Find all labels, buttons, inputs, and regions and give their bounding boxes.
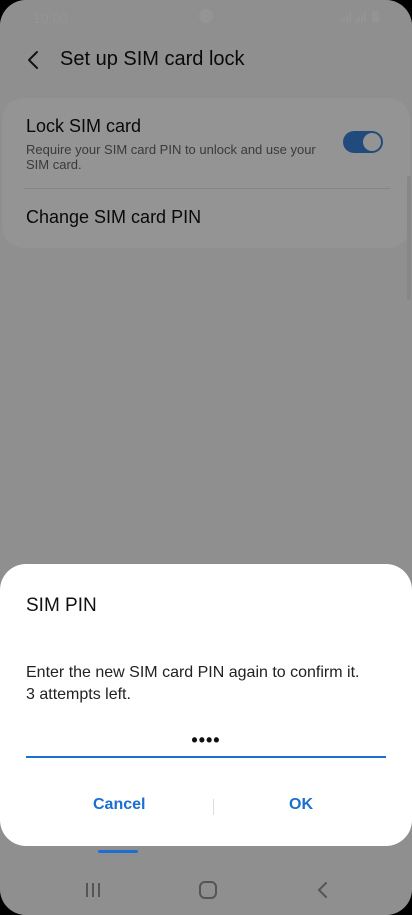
dialog-title: SIM PIN [26,595,97,616]
dialog-message: Enter the new SIM card PIN again to conf… [26,662,390,706]
cancel-button[interactable]: Cancel [93,796,145,814]
navigation-bar [0,868,412,915]
screen: 10:00 Set up SIM card lock Lock SIM card… [0,0,412,915]
dialog-message-line2: 3 attempts left. [26,686,131,703]
ok-button[interactable]: OK [289,796,313,814]
pin-input-value: •••• [191,730,221,750]
tab-indicator [98,850,138,853]
pin-input[interactable]: •••• [26,730,386,758]
dialog-message-line1: Enter the new SIM card PIN again to conf… [26,664,360,681]
button-divider [213,799,214,815]
home-icon[interactable] [193,878,223,902]
sim-pin-dialog: SIM PIN Enter the new SIM card PIN again… [0,564,412,846]
back-icon[interactable] [307,878,337,902]
recents-icon[interactable] [78,878,108,902]
